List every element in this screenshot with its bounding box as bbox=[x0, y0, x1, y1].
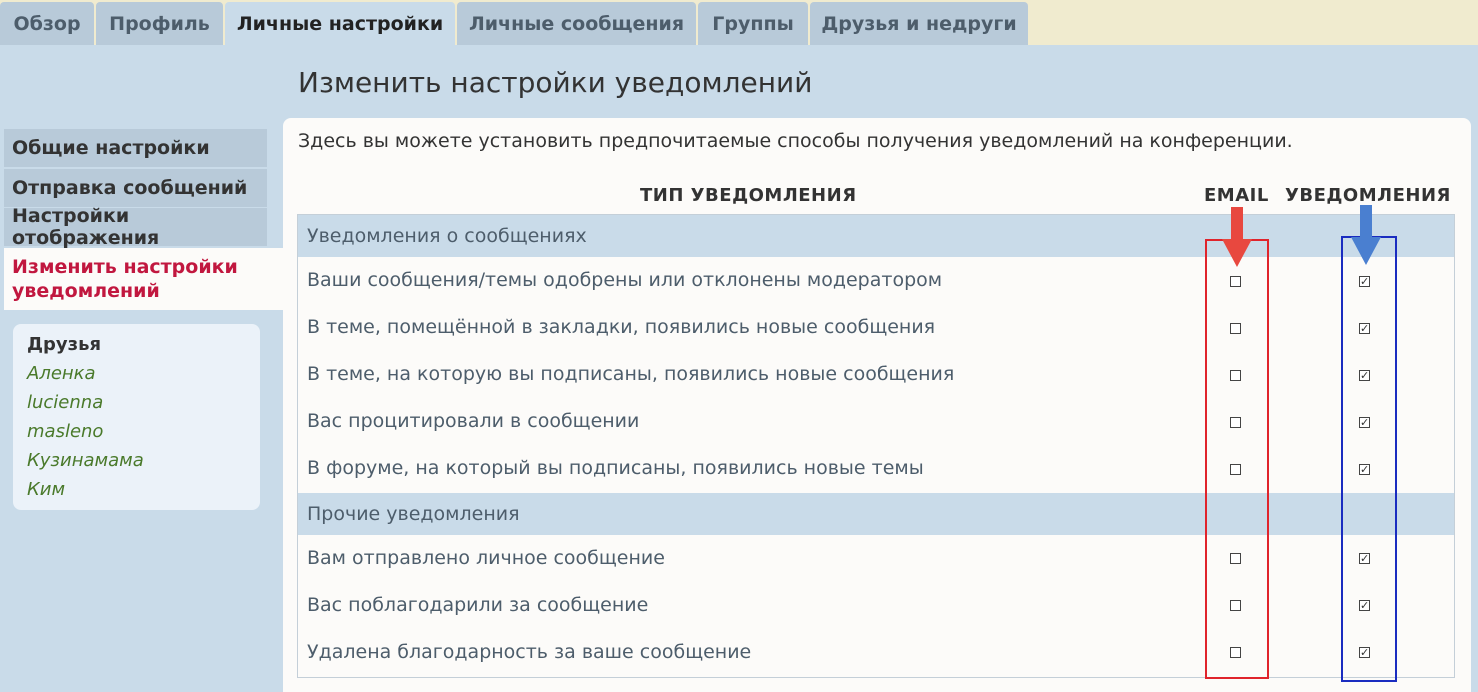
row-label: Удалена благодарность за ваше сообщение bbox=[307, 641, 752, 663]
tab-friends-foes[interactable]: Друзья и недруги bbox=[810, 2, 1028, 45]
page-title: Изменить настройки уведомлений bbox=[298, 66, 813, 99]
table-row: В форуме, на который вы подписаны, появи… bbox=[298, 445, 1454, 491]
group-row-posts: Уведомления о сообщениях bbox=[298, 215, 1454, 257]
notify-column-highlight bbox=[1341, 236, 1397, 682]
tab-groups[interactable]: Группы bbox=[698, 2, 808, 45]
table-row: Вас поблагодарили за сообщение bbox=[298, 582, 1454, 628]
tab-overview[interactable]: Обзор bbox=[0, 2, 94, 45]
notification-table: Уведомления о сообщениях Ваши сообщения/… bbox=[297, 214, 1455, 678]
friend-link[interactable]: Аленка bbox=[27, 359, 246, 388]
red-arrow-down-icon bbox=[1222, 207, 1252, 267]
email-column-highlight bbox=[1205, 239, 1269, 679]
row-label: В форуме, на который вы подписаны, появи… bbox=[307, 457, 924, 479]
table-row: В теме, помещённой в закладки, появились… bbox=[298, 304, 1454, 350]
sidebar-item-display[interactable]: Настройки отображения bbox=[4, 205, 267, 249]
tab-personal-settings[interactable]: Личные настройки bbox=[225, 2, 455, 45]
friend-link[interactable]: masleno bbox=[27, 417, 246, 446]
tab-profile[interactable]: Профиль bbox=[96, 2, 223, 45]
header-type: ТИП УВЕДОМЛЕНИЯ bbox=[640, 185, 857, 206]
blue-arrow-down-icon bbox=[1351, 205, 1381, 265]
row-label: Вам отправлено личное сообщение bbox=[307, 547, 665, 569]
sidebar-item-general[interactable]: Общие настройки bbox=[4, 129, 267, 167]
table-row: Удалена благодарность за ваше сообщение bbox=[298, 629, 1454, 675]
intro-text: Здесь вы можете установить предпочитаемы… bbox=[298, 130, 1293, 152]
table-row: В теме, на которую вы подписаны, появили… bbox=[298, 351, 1454, 397]
friend-link[interactable]: Ким bbox=[27, 475, 246, 504]
row-label: Вас поблагодарили за сообщение bbox=[307, 594, 649, 616]
friends-box: Друзья Аленка lucienna masleno Кузинамам… bbox=[13, 324, 260, 510]
row-label: В теме, помещённой в закладки, появились… bbox=[307, 316, 936, 338]
top-tab-bar: Обзор Профиль Личные настройки Личные со… bbox=[0, 0, 1478, 45]
row-label: Вас процитировали в сообщении bbox=[307, 410, 640, 432]
row-label: В теме, на которую вы подписаны, появили… bbox=[307, 363, 955, 385]
friend-link[interactable]: lucienna bbox=[27, 388, 246, 417]
sidebar-item-notifications[interactable]: Изменить настройки уведомлений bbox=[4, 248, 283, 310]
table-row: Ваши сообщения/темы одобрены или отклоне… bbox=[298, 257, 1454, 303]
friend-link[interactable]: Кузинамама bbox=[27, 446, 246, 475]
tab-private-messages[interactable]: Личные сообщения bbox=[457, 2, 696, 45]
group-row-other: Прочие уведомления bbox=[298, 493, 1454, 535]
table-row: Вам отправлено личное сообщение bbox=[298, 535, 1454, 581]
table-row: Вас процитировали в сообщении bbox=[298, 398, 1454, 444]
header-email: EMAIL bbox=[1204, 185, 1269, 206]
sidebar-item-posting[interactable]: Отправка сообщений bbox=[4, 169, 267, 207]
row-label: Ваши сообщения/темы одобрены или отклоне… bbox=[307, 269, 943, 291]
friends-title: Друзья bbox=[27, 334, 102, 355]
